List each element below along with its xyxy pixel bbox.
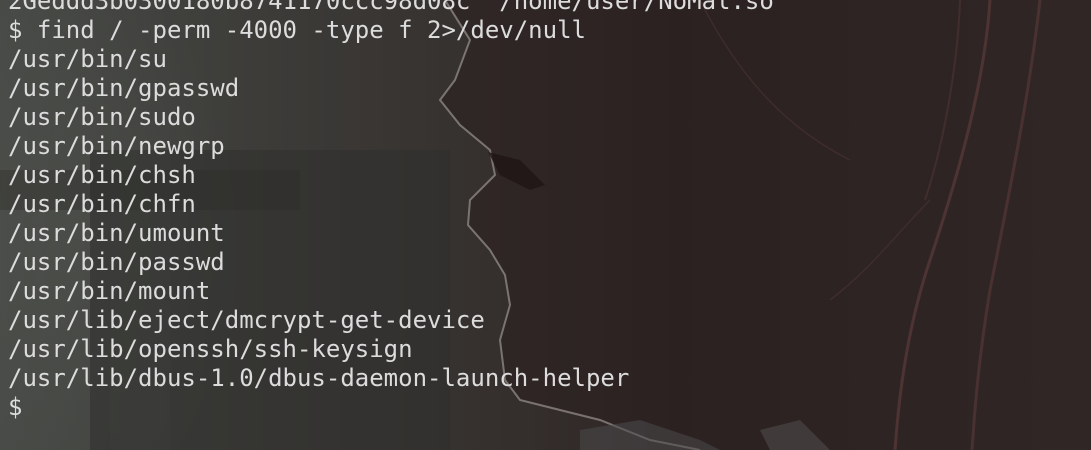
terminal-window[interactable]: 2Geddd3b0300180b8741170ccc98d08c /home/u… (0, 0, 1091, 450)
result-line: /usr/bin/mount (8, 277, 211, 305)
result-line: /usr/bin/chfn (8, 190, 196, 218)
result-line: /usr/lib/dbus-1.0/dbus-daemon-launch-hel… (8, 364, 630, 392)
shell-prompt[interactable]: $ (8, 393, 774, 422)
result-line: /usr/bin/gpasswd (8, 74, 240, 102)
result-line: /usr/lib/eject/dmcrypt-get-device (8, 306, 485, 334)
command-line: $ find / -perm -4000 -type f 2>/dev/null (8, 16, 586, 44)
result-line: /usr/bin/su (8, 45, 167, 73)
previous-output-line: 2Geddd3b0300180b8741170ccc98d08c /home/u… (8, 0, 774, 15)
terminal-output[interactable]: 2Geddd3b0300180b8741170ccc98d08c /home/u… (8, 0, 774, 422)
result-line: /usr/bin/umount (8, 219, 225, 247)
result-line: /usr/lib/openssh/ssh-keysign (8, 335, 413, 363)
result-line: /usr/bin/newgrp (8, 132, 225, 160)
result-line: /usr/bin/sudo (8, 103, 196, 131)
result-line: /usr/bin/chsh (8, 161, 196, 189)
result-line: /usr/bin/passwd (8, 248, 225, 276)
